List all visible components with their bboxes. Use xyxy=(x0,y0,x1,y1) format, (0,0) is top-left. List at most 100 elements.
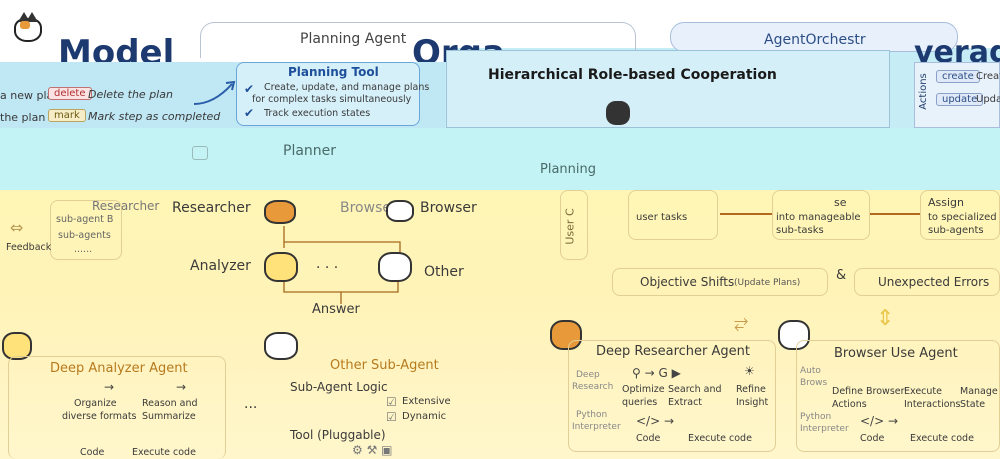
planning-tool-point-2: for complex tasks simultaneously xyxy=(252,94,412,105)
analyzer-code-label: Code xyxy=(80,447,105,458)
decompose-manageable: into manageable xyxy=(776,212,861,223)
assign-subtitle-2: sub-agents xyxy=(928,225,984,236)
decompose-se: se xyxy=(834,196,847,209)
swap-arrows-icon: ⇔ xyxy=(10,218,24,237)
brows-label: Brows xyxy=(800,378,828,388)
deep-label: Deep xyxy=(576,370,600,380)
browser-cat-icon xyxy=(386,200,414,222)
organize-arrow-icon: → xyxy=(104,380,115,394)
planning-label: Planning xyxy=(540,162,596,177)
cycle-arrows-icon: ⥂ xyxy=(734,312,749,333)
other-cat-icon xyxy=(378,252,412,282)
lightbulb-icon: ☀ xyxy=(744,364,755,378)
hierarchical-box xyxy=(446,50,890,128)
other-sub-title: Other Sub-Agent xyxy=(330,358,439,373)
objective-sub: (Update Plans) xyxy=(734,278,801,288)
sub-agents-label: sub-agents xyxy=(58,230,111,241)
orchestrator-label: AgentOrchestr xyxy=(764,32,866,48)
sub-agent-dots: ...... xyxy=(74,244,93,255)
browser-execute-code-label: Execute code xyxy=(910,433,974,444)
summarize-label: Summarize xyxy=(142,411,196,422)
check-circle-icon: ☑ xyxy=(386,410,397,424)
cat-head-icon xyxy=(606,101,630,125)
execute-code-label: Execute code xyxy=(688,433,752,444)
define-browser-label: Define Browser xyxy=(832,386,905,397)
extensive-label: Extensive xyxy=(402,396,451,407)
feedback-label: Feedback xyxy=(6,242,52,253)
errors-label: Unexpected Errors xyxy=(878,275,990,289)
tool-icons: ⚙ ⚒ ▣ xyxy=(352,443,393,457)
search-icon: ⚲ → G ▶ xyxy=(632,366,681,380)
reason-arrow-icon: → xyxy=(176,380,187,394)
model-title-fragment: Model xyxy=(58,33,175,62)
interactions-label: Interactions xyxy=(904,399,961,410)
plan-arrow-icon xyxy=(193,80,236,105)
delete-desc: Delete the plan xyxy=(88,88,173,101)
browser-python-label: Python xyxy=(800,412,832,422)
deep-researcher-title: Deep Researcher Agent xyxy=(596,344,750,359)
other-agent-cat-icon xyxy=(264,332,298,360)
code-icon: </> → xyxy=(860,414,899,428)
manage-label: Manage xyxy=(960,386,998,397)
amp-label: & xyxy=(836,268,847,283)
user-label: User C xyxy=(563,208,577,245)
answer-label: Answer xyxy=(312,302,360,317)
reason-label: Reason and xyxy=(142,398,198,409)
insight-label: Insight xyxy=(736,397,769,408)
optimize-label: Optimize xyxy=(622,384,665,395)
planning-tool-title: Planning Tool xyxy=(288,65,379,79)
assign-subtitle: to specialized xyxy=(928,212,997,223)
flow-arrow xyxy=(720,213,772,215)
mark-tag: mark xyxy=(48,109,86,122)
sub-agent-label: sub-agent B xyxy=(56,214,114,225)
browser-code-label: Code xyxy=(860,433,885,444)
interpreter-label: Interpreter xyxy=(572,422,621,432)
hierarchical-title: Hierarchical Role-based Cooperation xyxy=(488,67,777,83)
create-tag: create xyxy=(936,70,980,83)
actions-label: Actions xyxy=(917,73,929,110)
update-desc: Upda xyxy=(976,94,1000,105)
center-researcher-label: Researcher xyxy=(172,200,251,216)
sub-agent-logic-label: Sub-Agent Logic xyxy=(290,380,388,394)
researcher-cat-icon xyxy=(264,200,296,224)
extract-label: Extract xyxy=(668,397,703,408)
user-tasks-label: user tasks xyxy=(636,212,688,223)
search-extract-label: Search and xyxy=(668,384,722,395)
delete-tag: delete xyxy=(48,87,92,100)
decompose-subtasks: sub-tasks xyxy=(776,225,824,236)
planner-band xyxy=(0,128,1000,190)
planning-tool-point-3: Track execution states xyxy=(264,108,371,119)
objective-label: Objective Shifts xyxy=(640,275,735,289)
organize-label: Organize xyxy=(74,398,117,409)
analyzer-execute-label: Execute code xyxy=(132,447,196,458)
formats-label: diverse formats xyxy=(62,411,137,422)
python-label: Python xyxy=(576,410,608,420)
auto-label: Auto xyxy=(800,366,821,376)
flow-arrow xyxy=(870,213,920,215)
check-circle-icon: ✔ xyxy=(244,106,255,120)
left-researcher-label: Researcher xyxy=(92,199,160,213)
other-label: Other xyxy=(424,264,464,280)
browser-interpreter-label: Interpreter xyxy=(800,424,849,434)
double-arrow-icon: ⇕ xyxy=(876,306,895,331)
code-icon: </> → xyxy=(636,414,675,428)
analyzer-label: Analyzer xyxy=(190,258,251,274)
planning-agent-label: Planning Agent xyxy=(300,31,407,47)
the-plan-text: the plan xyxy=(0,111,46,124)
research-label: Research xyxy=(572,382,614,392)
mark-desc: Mark step as completed xyxy=(88,110,221,123)
queries-label: queries xyxy=(622,397,658,408)
execute-label: Execute xyxy=(904,386,942,397)
refine-label: Refine xyxy=(736,384,766,395)
planning-tool-point-1: Create, update, and manage plans xyxy=(264,82,430,93)
code-label: Code xyxy=(636,433,661,444)
actions-browser-label: Actions xyxy=(832,399,867,410)
check-circle-icon: ☑ xyxy=(386,395,397,409)
planner-label: Planner xyxy=(283,143,337,159)
verage-title-fragment: verage xyxy=(914,35,1000,62)
center-dots: · · · xyxy=(316,260,339,276)
deep-analyzer-title: Deep Analyzer Agent xyxy=(50,361,188,376)
logo-cat-icon xyxy=(14,12,44,44)
browser-use-title: Browser Use Agent xyxy=(834,346,958,361)
planner-glyph-icon xyxy=(192,146,208,160)
